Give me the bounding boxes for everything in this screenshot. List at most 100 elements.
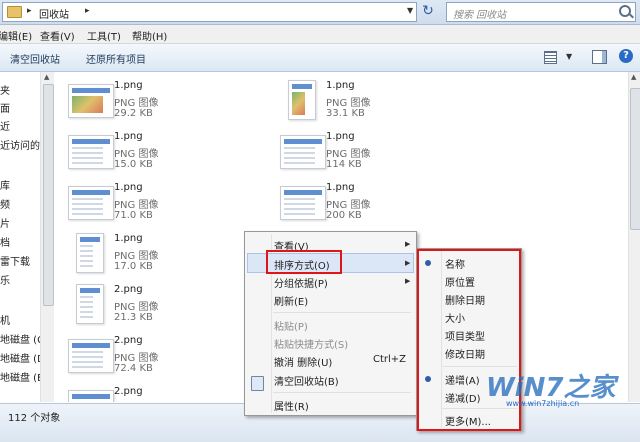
menu-item-undo-delete[interactable]: 撤消 删除(U) [274, 354, 332, 369]
file-thumbnail [280, 186, 326, 220]
menu-item-empty-recycle-bin[interactable]: 清空回收站(B) [274, 373, 339, 388]
file-size: 71.0 KB [114, 210, 153, 221]
file-type: PNG 图像 [114, 302, 159, 313]
file-item[interactable]: 1.png PNG 图像 200 KB [266, 180, 466, 228]
file-name: 1.png [326, 80, 355, 91]
navigation-pane: 夹 面 近 近访问的位 库 频 片 档 雷下载 乐 机 地磁盘 (C: 地磁盘 … [0, 72, 41, 402]
file-size: 15.0 KB [114, 159, 153, 170]
file-item[interactable]: 1.png PNG 图像 33.1 KB [266, 78, 466, 126]
file-name: 1.png [326, 182, 355, 193]
item-count: 112 个对象 [8, 413, 61, 424]
menu-item-properties[interactable]: 属性(R) [274, 398, 309, 413]
menu-bar: 编辑(E) 查看(V) 工具(T) 帮助(H) [0, 25, 640, 44]
file-item[interactable]: 1.png PNG 图像 114 KB [266, 129, 466, 177]
file-size: 114 KB [326, 159, 362, 170]
empty-recycle-bin-button[interactable]: 清空回收站 [10, 51, 60, 66]
change-view-icon[interactable] [544, 51, 557, 64]
nav-item-libraries[interactable]: 库 [0, 177, 10, 192]
address-dropdown-icon[interactable]: ▼ [407, 6, 413, 15]
file-size: 72.4 KB [114, 363, 153, 374]
preview-pane-icon[interactable] [592, 50, 607, 64]
file-thumbnail [68, 390, 114, 402]
breadcrumb-arrow-icon[interactable]: ▸ [27, 6, 32, 16]
submenu-arrow-icon: ▶ [405, 277, 411, 285]
nav-scrollbar[interactable]: ▲ [40, 72, 54, 402]
nav-scrollbar-thumb[interactable] [43, 84, 54, 306]
file-type: PNG 图像 [326, 200, 371, 211]
nav-item-computer[interactable]: 机 [0, 312, 10, 327]
address-box[interactable]: ▸ 回收站 ▸ ▼ [2, 2, 417, 22]
content-scrollbar[interactable]: ▲ [628, 72, 640, 402]
file-thumbnail [288, 80, 316, 120]
file-size: 21.3 KB [114, 312, 153, 323]
nav-item-xunlei-downloads[interactable]: 雷下载 [0, 253, 30, 268]
nav-item-recent-places[interactable]: 近访问的位 [0, 137, 40, 152]
file-item[interactable]: 2.png PNG 图像 21.3 KB [54, 282, 254, 330]
recycle-bin-icon [251, 376, 264, 391]
watermark-logo: WiN7之家 www.win7zhijia.cn [486, 367, 634, 411]
file-type: PNG 图像 [326, 149, 371, 160]
highlight-box-sort-item [266, 250, 342, 274]
nav-item-pictures[interactable]: 片 [0, 215, 10, 230]
submenu-arrow-icon: ▶ [405, 259, 411, 267]
nav-item-local-disk-d[interactable]: 地磁盘 (D [0, 350, 40, 365]
scroll-up-icon[interactable]: ▲ [44, 73, 49, 81]
nav-item-desktop[interactable]: 面 [0, 100, 10, 115]
view-dropdown-icon[interactable]: ▼ [566, 52, 572, 61]
menu-shortcut-ctrl-z: Ctrl+Z [373, 354, 407, 365]
file-item[interactable]: 1.png PNG 图像 71.0 KB [54, 180, 254, 228]
nav-item-documents[interactable]: 档 [0, 234, 10, 249]
nav-item-recent[interactable]: 近 [0, 118, 10, 133]
breadcrumb-arrow-icon[interactable]: ▸ [85, 6, 90, 16]
nav-item-favorites[interactable]: 夹 [0, 82, 10, 97]
file-type: PNG 图像 [326, 98, 371, 109]
restore-all-button[interactable]: 还原所有项目 [86, 51, 146, 66]
refresh-icon[interactable]: ↻ [420, 3, 436, 19]
nav-item-videos[interactable]: 频 [0, 196, 10, 211]
file-size: 200 KB [326, 210, 362, 221]
submenu-arrow-icon: ▶ [405, 240, 411, 248]
file-name: 2.png [114, 386, 143, 397]
file-thumbnail [68, 186, 114, 220]
menu-separator [273, 392, 411, 393]
file-name: 1.png [114, 131, 143, 142]
nav-item-local-disk-c[interactable]: 地磁盘 (C: [0, 331, 40, 346]
file-name: 1.png [114, 233, 143, 244]
file-item[interactable]: 2.png PNG 图像 72.4 KB [54, 333, 254, 381]
scroll-up-icon[interactable]: ▲ [631, 73, 636, 81]
file-item[interactable]: 1.png PNG 图像 15.0 KB [54, 129, 254, 177]
file-name: 2.png [114, 284, 143, 295]
file-name: 1.png [114, 80, 143, 91]
menu-help[interactable]: 帮助(H) [132, 28, 167, 43]
file-thumbnail [280, 135, 326, 169]
file-name: 1.png [114, 182, 143, 193]
breadcrumb-recycle-bin[interactable]: 回收站 [39, 6, 69, 21]
file-item[interactable]: 1.png PNG 图像 17.0 KB [54, 231, 254, 279]
menu-tools[interactable]: 工具(T) [87, 28, 121, 43]
file-name: 2.png [114, 335, 143, 346]
file-thumbnail [68, 84, 114, 118]
file-thumbnail [76, 284, 104, 324]
command-toolbar: 清空回收站 还原所有项目 ▼ ? [0, 44, 640, 72]
help-icon[interactable]: ? [619, 49, 633, 63]
search-input[interactable]: 搜索 回收站 [446, 2, 636, 22]
menu-item-refresh[interactable]: 刷新(E) [274, 293, 308, 308]
nav-item-music[interactable]: 乐 [0, 272, 10, 287]
search-icon[interactable] [619, 5, 631, 17]
nav-item-local-disk-e[interactable]: 地磁盘 (E: [0, 369, 40, 384]
recycle-bin-icon [7, 6, 22, 18]
file-type: PNG 图像 [114, 98, 159, 109]
file-name: 1.png [326, 131, 355, 142]
menu-item-paste-shortcut[interactable]: 粘贴快捷方式(S) [274, 336, 348, 351]
menu-edit[interactable]: 编辑(E) [0, 28, 32, 43]
address-bar: ▸ 回收站 ▸ ▼ ↻ 搜索 回收站 [0, 0, 640, 25]
file-type: PNG 图像 [114, 353, 159, 364]
file-type: PNG 图像 [114, 251, 159, 262]
menu-item-group-by[interactable]: 分组依据(P) [274, 275, 328, 290]
watermark-url: www.win7zhijia.cn [506, 399, 580, 408]
file-item[interactable]: 2.png [54, 384, 254, 402]
menu-view[interactable]: 查看(V) [40, 28, 75, 43]
menu-item-paste[interactable]: 粘贴(P) [274, 318, 308, 333]
content-scrollbar-thumb[interactable] [630, 88, 640, 230]
file-item[interactable]: 1.png PNG 图像 29.2 KB [54, 78, 254, 126]
